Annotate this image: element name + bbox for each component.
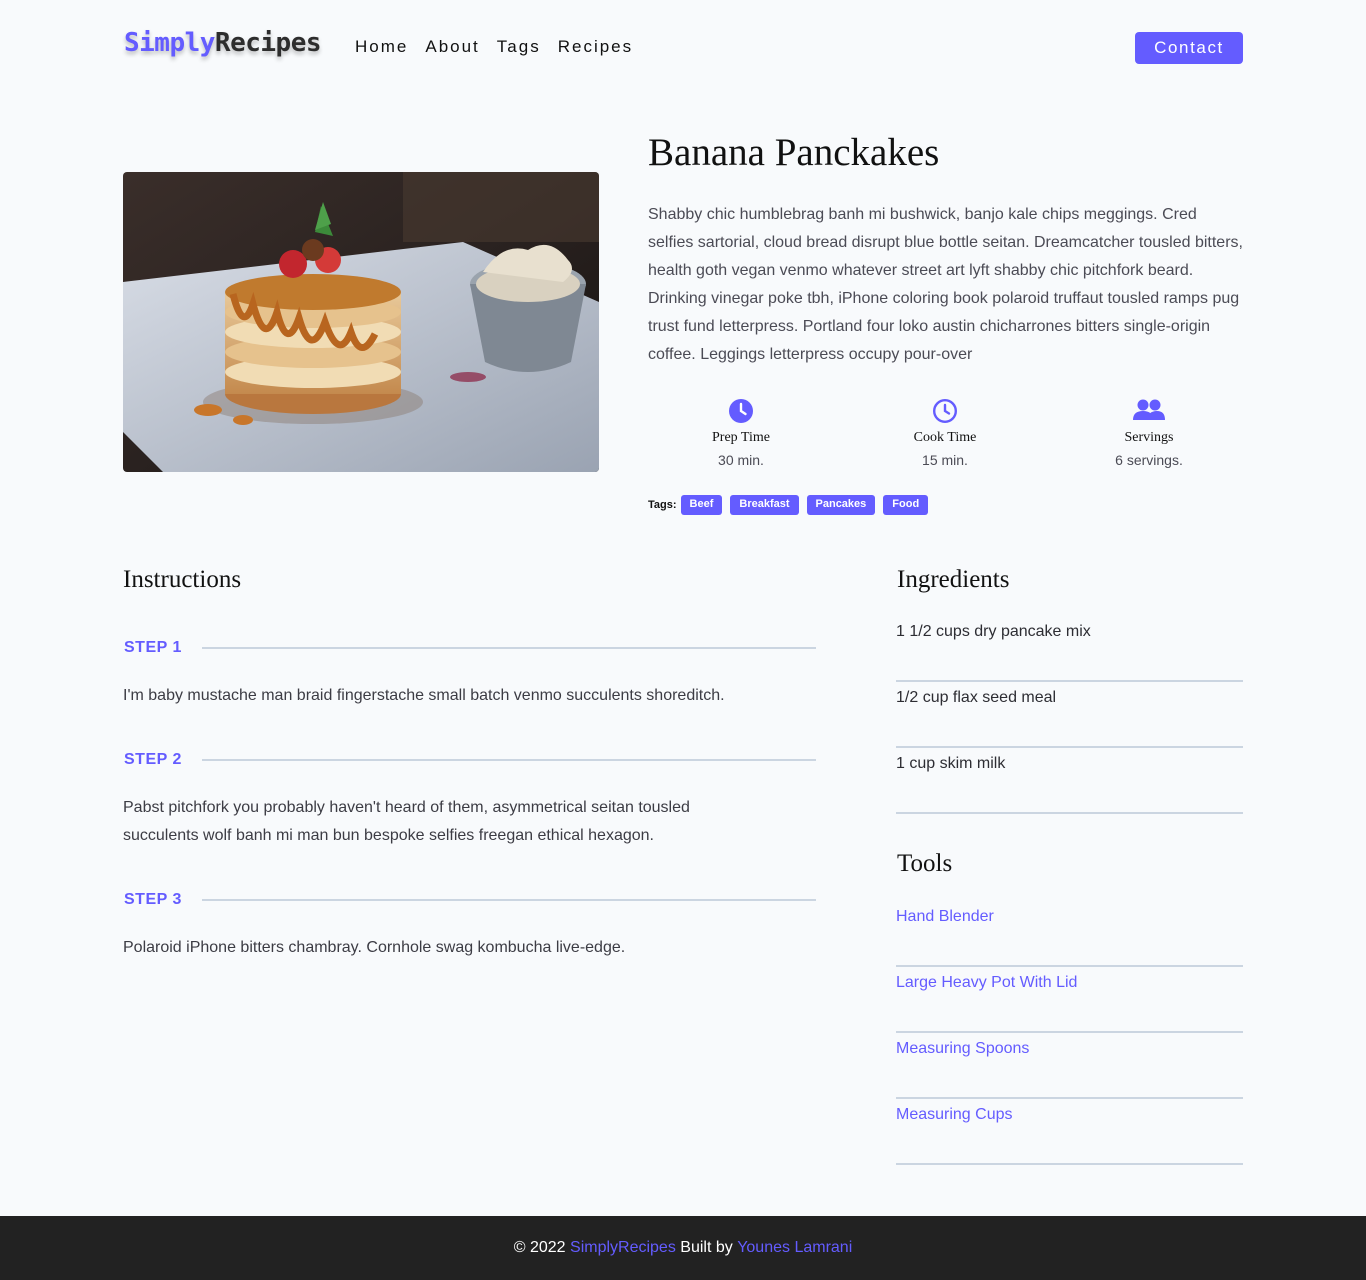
clock-filled-icon <box>728 398 754 424</box>
recipe-description: Shabby chic humblebrag banh mi bushwick,… <box>648 206 1243 363</box>
tags-label: Tags: <box>648 499 677 511</box>
nav-link-about[interactable]: About <box>425 37 479 57</box>
stat-prep-time: Prep Time 30 min. <box>676 398 806 468</box>
tool-item-measuring-spoons[interactable]: Measuring Spoons <box>896 1033 1243 1099</box>
footer-built-by: Built by <box>680 1239 733 1256</box>
footer-brand-link[interactable]: SimplyRecipes <box>570 1239 676 1257</box>
users-icon <box>1133 398 1165 424</box>
stat-label: Prep Time <box>712 430 770 445</box>
footer: © 2022 SimplyRecipes Built by Younes Lam… <box>0 1216 1366 1280</box>
ingredients-list: 1 1/2 cups dry pancake mix 1/2 cup flax … <box>896 616 1243 814</box>
tag-breakfast[interactable]: Breakfast <box>730 495 799 515</box>
step-text: I'm baby mustache man braid fingerstache… <box>123 687 725 704</box>
recipe-title: Banana Panckakes <box>648 131 940 174</box>
tools-heading: Tools <box>897 850 953 877</box>
tool-item-measuring-cups[interactable]: Measuring Cups <box>896 1099 1243 1165</box>
stat-value: 15 min. <box>922 452 968 468</box>
instruction-step-1: STEP 1 I'm baby mustache man braid finge… <box>123 638 816 710</box>
stat-label: Servings <box>1124 430 1174 445</box>
nav-link-tags[interactable]: Tags <box>497 37 541 57</box>
stat-value: 30 min. <box>718 452 764 468</box>
tag-food[interactable]: Food <box>883 495 929 515</box>
instruction-step-3: STEP 3 Polaroid iPhone bitters chambray.… <box>123 890 816 962</box>
step-label: STEP 2 <box>124 751 182 768</box>
tag-list: Tags: Beef Breakfast Pancakes Food <box>648 495 929 515</box>
step-divider <box>202 759 816 761</box>
step-label: STEP 1 <box>124 639 182 656</box>
tool-item-hand-blender[interactable]: Hand Blender <box>896 901 1243 967</box>
clock-outline-icon <box>932 398 958 424</box>
instruction-step-2: STEP 2 Pabst pitchfork you probably have… <box>123 750 816 850</box>
navbar: SimplyRecipes Home About Tags Recipes Co… <box>0 0 1366 96</box>
contact-button[interactable]: Contact <box>1135 32 1243 64</box>
nav-link-recipes[interactable]: Recipes <box>558 37 633 57</box>
tools-list: Hand Blender Large Heavy Pot With Lid Me… <box>896 901 1243 1165</box>
step-label: STEP 3 <box>124 891 182 908</box>
step-text: Pabst pitchfork you probably haven't hea… <box>123 799 690 844</box>
brand-part-2: Recipes <box>214 28 322 58</box>
brand-part-1: Simply <box>124 28 215 58</box>
tag-beef[interactable]: Beef <box>680 495 723 515</box>
tag-pancakes[interactable]: Pancakes <box>806 495 876 515</box>
stat-servings: Servings 6 servings. <box>1084 398 1214 468</box>
step-divider <box>202 899 816 901</box>
ingredients-heading: Ingredients <box>897 566 1010 593</box>
ingredient-item: 1/2 cup flax seed meal <box>896 682 1243 748</box>
footer-author-link[interactable]: Younes Lamrani <box>737 1239 852 1257</box>
recipe-image <box>123 172 599 472</box>
ingredient-item: 1 1/2 cups dry pancake mix <box>896 616 1243 682</box>
step-divider <box>202 647 816 649</box>
stat-value: 6 servings. <box>1115 452 1183 468</box>
step-text: Polaroid iPhone bitters chambray. Cornho… <box>123 939 626 956</box>
brand-logo[interactable]: SimplyRecipes <box>124 28 322 58</box>
stat-cook-time: Cook Time 15 min. <box>880 398 1010 468</box>
nav-link-home[interactable]: Home <box>355 37 408 57</box>
ingredient-item: 1 cup skim milk <box>896 748 1243 814</box>
instructions-heading: Instructions <box>123 566 242 593</box>
tool-item-large-pot[interactable]: Large Heavy Pot With Lid <box>896 967 1243 1033</box>
stat-label: Cook Time <box>913 430 977 445</box>
nav-links: Home About Tags Recipes <box>355 37 633 57</box>
footer-copyright: © 2022 <box>513 1239 566 1256</box>
